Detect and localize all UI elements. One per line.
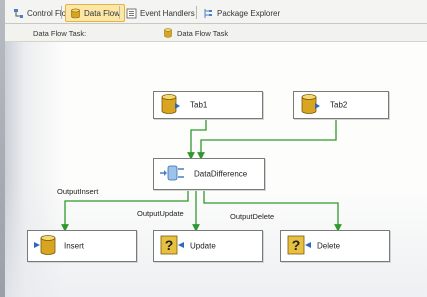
component-label: Tab2 <box>330 100 348 110</box>
tab-label: Event Handlers <box>140 8 195 18</box>
tab-event-handlers[interactable]: Event Handlers <box>122 4 199 22</box>
designer-tab-strip: Control Flow Data Flow Event Handlers Pa… <box>5 0 427 24</box>
event-handlers-icon <box>126 8 137 19</box>
tab-label: Package Explorer <box>217 8 281 18</box>
database-source-icon <box>299 93 321 117</box>
output-insert-label: OutputInsert <box>57 187 99 196</box>
svg-text:?: ? <box>292 237 301 253</box>
path-tab1-to-datadifference[interactable] <box>187 118 207 160</box>
component-label: Update <box>190 241 216 251</box>
output-delete-label: OutputDelete <box>230 212 275 221</box>
oledb-command-icon: ? <box>286 233 312 259</box>
transform-icon <box>159 162 185 186</box>
path-tab2-to-datadifference[interactable] <box>197 118 337 160</box>
component-label: Delete <box>317 241 341 251</box>
output-update-label: OutputUpdate <box>137 209 184 218</box>
tab-data-flow[interactable]: Data Flow <box>65 4 126 22</box>
source-component-tab2[interactable]: Tab2 <box>293 91 389 119</box>
design-surface[interactable]: OutputInsert OutputUpdate OutputDelete T… <box>5 42 427 297</box>
data-flow-task-icon <box>163 27 173 40</box>
component-label: DataDifference <box>194 169 248 179</box>
task-selector-dropdown[interactable]: Data Flow Task <box>163 27 403 40</box>
tab-label: Data Flow <box>84 8 121 18</box>
task-selector-label: Data Flow Task: <box>33 29 87 38</box>
component-label: Tab1 <box>190 100 208 110</box>
command-component-delete[interactable]: ? Delete <box>280 230 390 262</box>
oledb-command-icon: ? <box>159 233 185 259</box>
task-selector-value: Data Flow Task <box>177 29 229 38</box>
control-flow-icon <box>13 8 24 19</box>
database-destination-icon <box>33 233 57 259</box>
database-source-icon <box>159 93 181 117</box>
source-component-tab1[interactable]: Tab1 <box>153 91 263 119</box>
task-selector-bar: Data Flow Task: Data Flow Task <box>5 24 427 42</box>
component-label: Insert <box>64 241 85 251</box>
tab-package-explorer[interactable]: Package Explorer <box>199 4 284 22</box>
command-component-update[interactable]: ? Update <box>153 230 263 262</box>
svg-text:?: ? <box>165 237 174 253</box>
path-output-delete[interactable] <box>203 189 342 232</box>
data-flow-icon <box>70 8 81 19</box>
package-explorer-icon <box>203 8 214 19</box>
transform-component-datadifference[interactable]: DataDifference <box>153 158 265 190</box>
destination-component-insert[interactable]: Insert <box>27 230 137 262</box>
